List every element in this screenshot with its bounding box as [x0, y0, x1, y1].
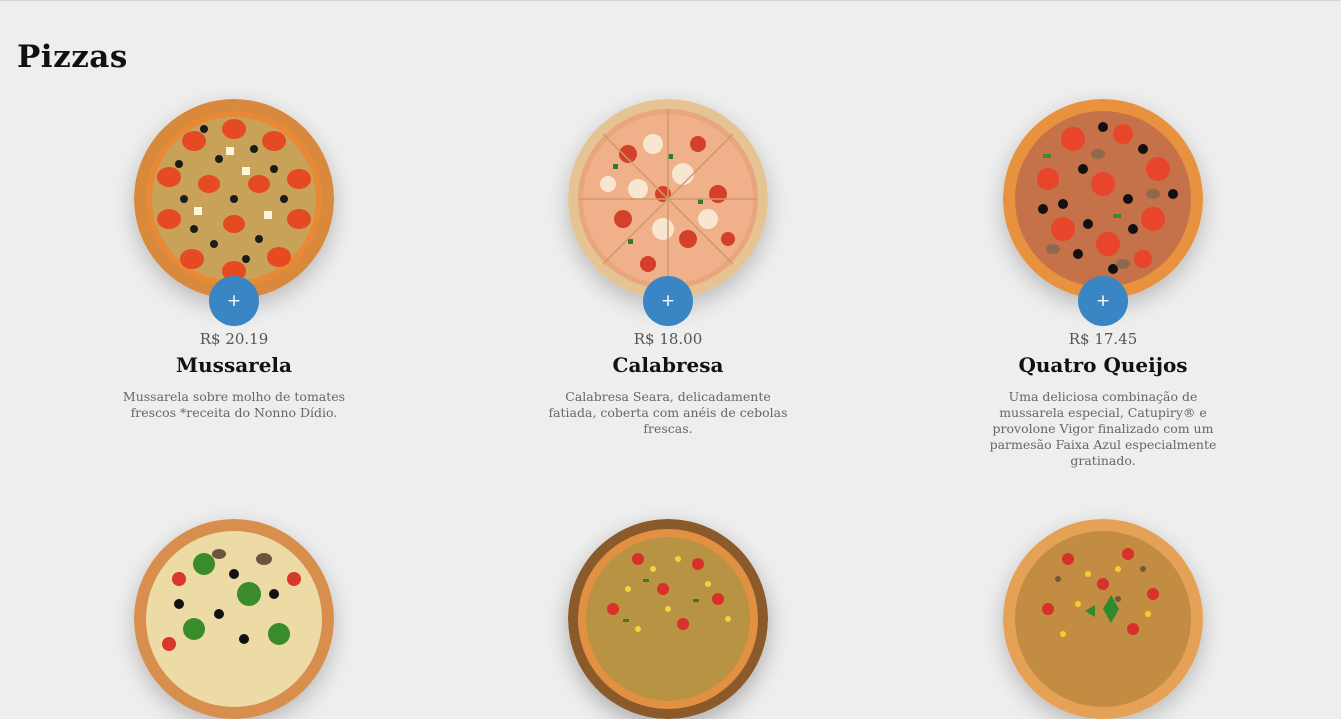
page-title: Pizzas	[17, 39, 128, 75]
product-description: Uma deliciosa combinação de mussarela es…	[989, 389, 1217, 468]
product-price: R$ 17.45	[1068, 330, 1138, 348]
pizza-image-quatro-queijos[interactable]	[1003, 99, 1203, 299]
product-description: Mussarela sobre molho de tomates frescos…	[122, 389, 346, 420]
pizza-image[interactable]	[568, 519, 768, 719]
pizza-image-calabresa[interactable]	[568, 99, 768, 299]
product-price: R$ 20.19	[199, 330, 269, 348]
product-name: Mussarela	[176, 353, 292, 377]
pizza-image[interactable]	[1003, 519, 1203, 719]
product-name: Quatro Queijos	[1018, 353, 1188, 377]
add-to-cart-button[interactable]: +	[209, 276, 259, 326]
product-price: R$ 18.00	[633, 330, 703, 348]
product-description: Calabresa Seara, delicadamente fatiada, …	[548, 389, 788, 436]
pizza-image-mussarela[interactable]	[134, 99, 334, 299]
product-name: Calabresa	[612, 353, 724, 377]
add-to-cart-button[interactable]: +	[1078, 276, 1128, 326]
add-to-cart-button[interactable]: +	[643, 276, 693, 326]
pizza-image[interactable]	[134, 519, 334, 719]
